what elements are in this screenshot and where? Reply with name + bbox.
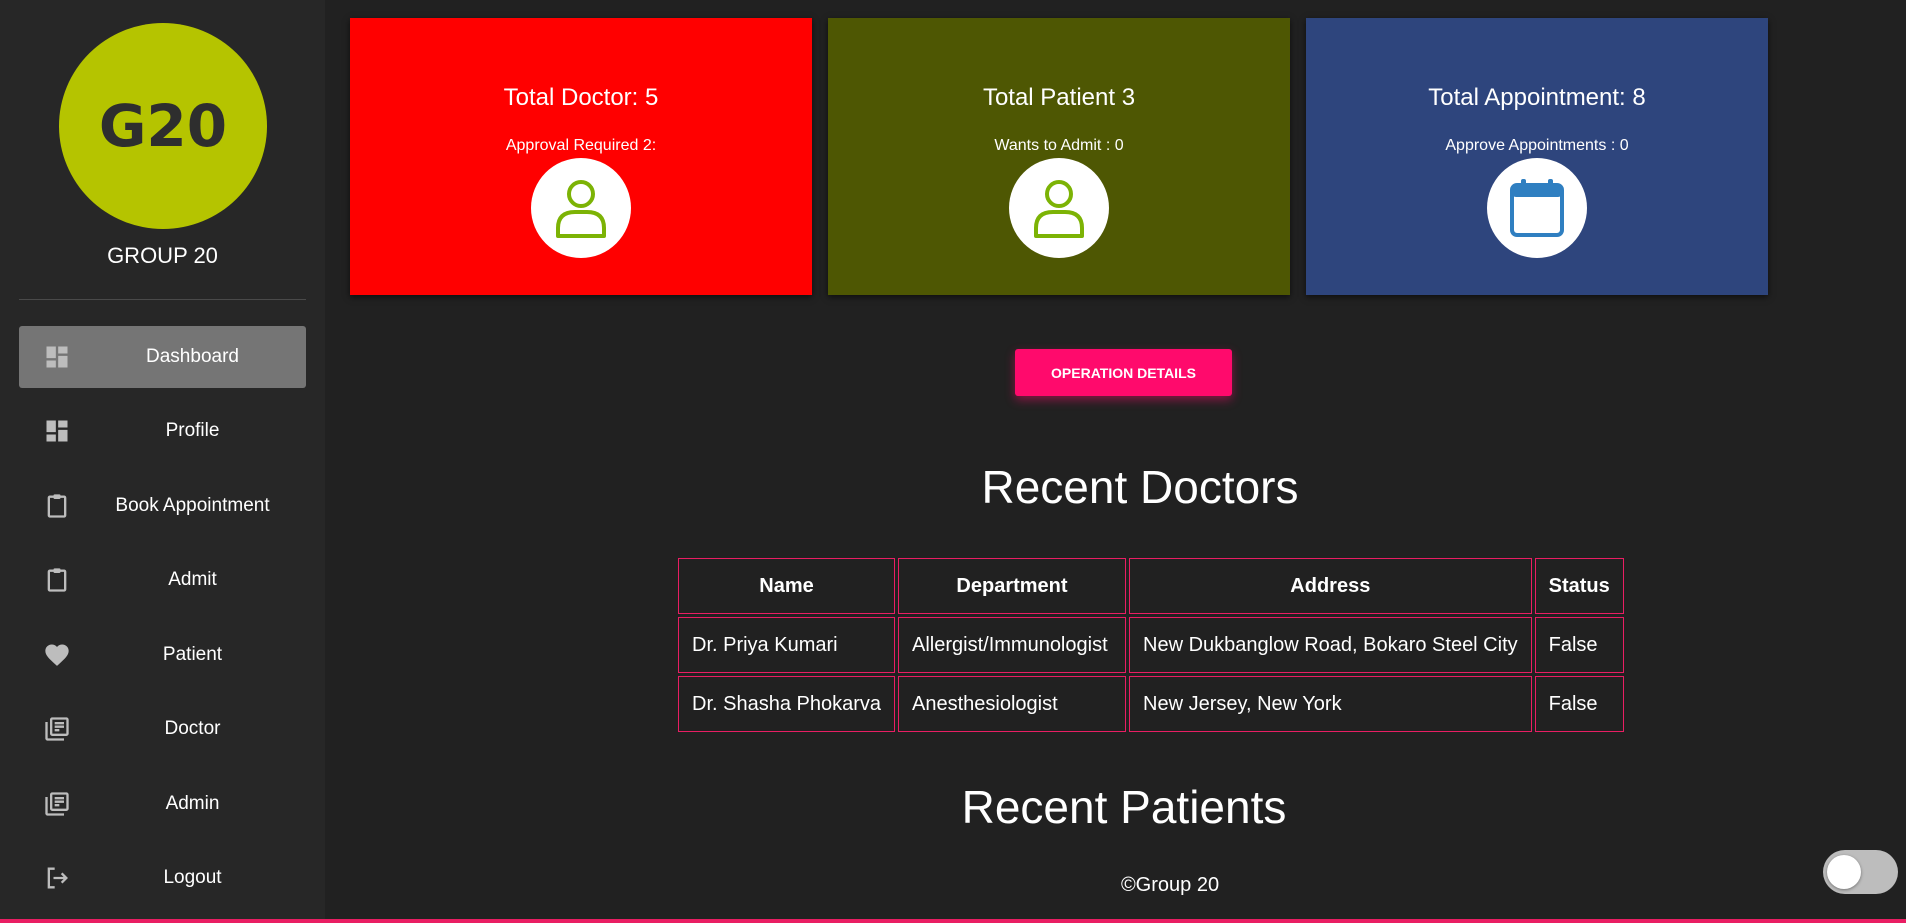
bottom-accent-bar [0,919,1906,923]
clipboard-icon [47,494,67,518]
card-subtitle: Wants to Admit : 0 [994,137,1124,154]
table-row: Dr. Shasha Phokarva Anesthesiologist New… [678,676,1624,732]
total-appointment-card: Total Appointment: 8 Approve Appointment… [1306,18,1768,295]
table-cell: False [1534,617,1624,673]
sidebar-item-label: Admit [168,569,217,590]
column-header: Name [678,558,895,614]
card-title: Total Doctor: 5 [503,84,659,111]
card-title: Total Patient 3 [982,84,1136,111]
theme-toggle[interactable] [1823,850,1898,894]
sidebar-item-doctor[interactable]: Doctor [19,698,306,760]
total-doctor-card: Total Doctor: 5 Approval Required 2: [350,18,812,295]
table-cell: New Jersey, New York [1129,676,1532,732]
column-header: Address [1129,558,1532,614]
dashboard-icon [46,420,68,442]
sidebar-item-dashboard[interactable]: Dashboard [19,326,306,388]
table-row: Dr. Priya Kumari Allergist/Immunologist … [678,617,1624,673]
sidebar-item-label: Doctor [164,718,221,739]
card-title: Total Appointment: 8 [1428,84,1646,111]
sidebar-item-book-appointment[interactable]: Book Appointment [19,475,306,537]
sidebar: G20 GROUP 20 Dashboard Profile Book Appo… [0,0,325,923]
sidebar-item-label: Patient [162,644,223,665]
sidebar-item-label: Dashboard [146,346,239,367]
sidebar-item-label: Logout [163,867,222,888]
sidebar-item-logout[interactable]: Logout [19,847,306,909]
calendar-icon [1510,179,1564,237]
total-patient-card: Total Patient 3 Wants to Admit : 0 [828,18,1290,295]
sidebar-item-label: Admin [165,793,220,814]
library-books-icon [45,717,69,741]
dashboard-icon [46,346,68,368]
table-cell: Dr. Shasha Phokarva [678,676,895,732]
group-name: GROUP 20 [107,243,218,268]
sidebar-item-patient[interactable]: Patient [19,624,306,686]
table-cell: Anesthesiologist [898,676,1126,732]
card-icon-circle [531,158,631,258]
recent-doctors-table: Name Department Address Status Dr. Priya… [675,555,1627,735]
clipboard-icon [47,568,67,592]
user-icon [556,180,606,238]
table-header-row: Name Department Address Status [678,558,1624,614]
sidebar-item-admit[interactable]: Admit [19,549,306,611]
toggle-knob [1827,855,1861,889]
sidebar-item-admin[interactable]: Admin [19,773,306,835]
library-books-icon [45,792,69,816]
sidebar-item-label: Profile [165,420,220,441]
group-logo: G20 [59,23,267,229]
recent-patients-title: Recent Patients [961,781,1287,833]
operation-details-button[interactable]: OPERATION DETAILS [1015,349,1232,396]
table-cell: Dr. Priya Kumari [678,617,895,673]
table-cell: Allergist/Immunologist [898,617,1126,673]
table-cell: False [1534,676,1624,732]
heart-icon [45,644,69,666]
footer-copyright: ©Group 20 [1120,874,1220,896]
card-icon-circle [1009,158,1109,258]
table-cell: New Dukbanglow Road, Bokaro Steel City [1129,617,1532,673]
card-icon-circle [1487,158,1587,258]
sidebar-divider [19,299,306,300]
card-subtitle: Approval Required 2: [505,137,657,154]
sidebar-item-label: Book Appointment [115,495,270,516]
sidebar-item-profile[interactable]: Profile [19,400,306,462]
card-subtitle: Approve Appointments : 0 [1445,137,1629,154]
logout-icon [47,867,68,889]
column-header: Status [1534,558,1624,614]
recent-doctors-title: Recent Doctors [981,461,1299,513]
column-header: Department [898,558,1126,614]
user-icon [1034,180,1084,238]
